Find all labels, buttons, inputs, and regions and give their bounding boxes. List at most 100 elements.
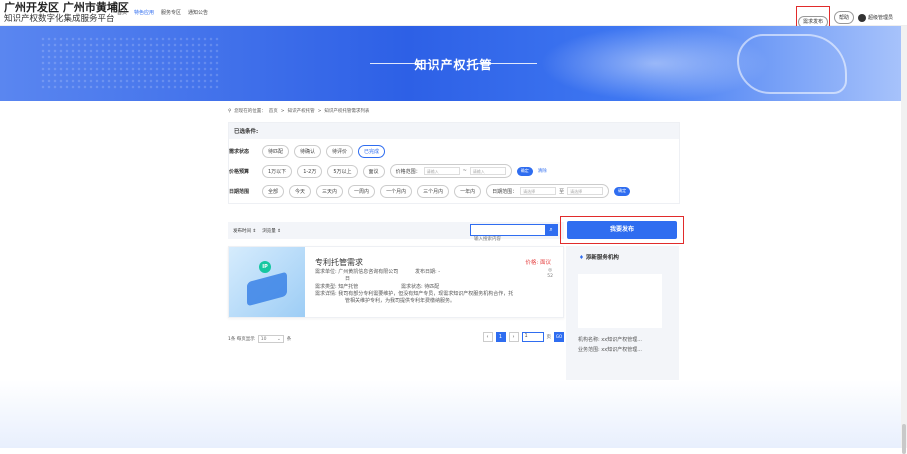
selected-conditions-header: 已选条件:	[229, 123, 679, 139]
card-detail: 需求详情: 我司有部分专利需要维护，但没有知产专员，现需求知识产权服务机构合作，…	[315, 291, 514, 297]
views-counter: ◎ 52	[547, 268, 553, 280]
title-line-right	[477, 63, 537, 64]
top-bar: 广州开发区 广州市黄埔区 知识产权数字化集成服务平台 首页 特色应用 服务专区 …	[0, 0, 907, 29]
brand[interactable]: 广州开发区 广州市黄埔区 知识产权数字化集成服务平台	[4, 2, 129, 25]
total-label: 1条 每页显示	[228, 337, 255, 342]
breadcrumb-sep: >	[280, 108, 285, 114]
range-separator: ~	[462, 168, 467, 174]
status-option-selected[interactable]: 已完成	[358, 145, 386, 158]
sort-by-views[interactable]: 浏览量 ⇕	[262, 228, 281, 234]
date-confirm-button[interactable]: 确定	[614, 186, 631, 196]
views-count: 52	[547, 274, 553, 279]
status-option[interactable]: 待匹配	[262, 145, 290, 158]
nav-item-notices[interactable]: 通知公告	[188, 9, 208, 16]
date-option[interactable]: 三个月内	[417, 184, 450, 198]
search-input[interactable]	[471, 233, 546, 244]
page-number-current[interactable]: 1	[495, 332, 506, 342]
panel-title: ♦ 添新服务机构	[579, 253, 619, 261]
page-size-select[interactable]: 10 ⌄	[257, 335, 284, 343]
price-label: 价格预算	[229, 168, 250, 175]
card-image: IP	[229, 247, 305, 317]
card-date: 发布日期: -	[415, 269, 441, 275]
highlight-box: 我要发布	[560, 216, 684, 244]
date-separator: 至	[559, 188, 565, 195]
status-label: 需求状态	[229, 149, 250, 155]
price-min-input[interactable]: 请输入	[423, 167, 460, 175]
demand-card[interactable]: IP 专利托管需求 价格: 面议 需求单位: 广州黄凯信息咨询有限公司 发布日期…	[228, 246, 564, 318]
chevron-down-icon: ⌄	[277, 337, 281, 342]
service-org-panel: ♦ 添新服务机构 机构名称: xx知识产权管理... 业务范围: xx知识产权管…	[566, 246, 679, 382]
brand-title: 广州开发区 广州市黄埔区	[4, 1, 129, 14]
next-page-button[interactable]: ›	[508, 332, 519, 342]
date-range-chip: 日期范围： 请选择 至 请选择	[486, 184, 610, 198]
date-filter-row: 日期范围 全部 今天 三天内 一周内 一个月内 三个月内 一年内 日期范围： 请…	[229, 181, 679, 203]
date-option[interactable]: 全部	[262, 184, 285, 198]
page-footer-background	[0, 380, 907, 448]
price-option[interactable]: 5万以上	[327, 164, 358, 178]
page-size-unit: 条	[286, 337, 292, 342]
price-option[interactable]: 面议	[362, 164, 385, 178]
pin-icon: ♦	[579, 255, 584, 261]
page-size-value: 10	[260, 337, 267, 342]
status-option[interactable]: 待评价	[326, 145, 354, 158]
price-range-label: 价格范围：	[395, 168, 421, 175]
status-filter-row: 需求状态 待匹配 待确认 待评价 已完成	[229, 142, 679, 161]
card-type: 需求类型: 知产托管	[315, 284, 359, 290]
avatar	[857, 13, 866, 22]
price-clear-link[interactable]: 清除	[538, 168, 547, 174]
pagination: 1条 每页显示 10 ⌄ 条 ‹ 1 › 1 页 GO	[228, 332, 564, 344]
page-nav: ‹ 1 › 1 页 GO	[482, 332, 564, 342]
price-max-input[interactable]: 请输入	[469, 167, 506, 175]
search-box: ⌕	[470, 224, 558, 244]
price-option[interactable]: 1万以下	[262, 164, 293, 178]
breadcrumb-sep: >	[317, 108, 322, 114]
panel-title-text: 添新服务机构	[585, 255, 619, 261]
date-option[interactable]: 一年内	[454, 184, 482, 198]
brand-subtitle: 知识产权数字化集成服务平台	[4, 14, 115, 24]
org-image[interactable]	[578, 274, 662, 328]
prev-page-button[interactable]: ‹	[482, 332, 493, 342]
page-size-area: 1条 每页显示 10 ⌄ 条	[228, 335, 291, 343]
box-illustration	[247, 271, 287, 307]
sort-by-time[interactable]: 发布时间 ⇕	[233, 228, 256, 234]
date-option[interactable]: 一周内	[348, 184, 376, 198]
help-button[interactable]: 帮助	[833, 11, 854, 24]
card-unit: 需求单位: 广州黄凯信息咨询有限公司	[315, 269, 399, 275]
breadcrumb-home[interactable]: 首页	[269, 108, 278, 114]
date-option[interactable]: 今天	[289, 184, 312, 198]
user-menu[interactable]: 超级管理员	[857, 13, 893, 22]
org-name[interactable]: 机构名称: xx知识产权管理...	[578, 336, 642, 343]
main-nav: 首页 特色应用 服务专区 通知公告	[117, 9, 208, 16]
org-business: 业务范围: xx知识产权管理...	[578, 347, 642, 353]
location-pin-icon: ⚲	[228, 108, 232, 114]
page-jump-input[interactable]: 1	[521, 332, 544, 342]
breadcrumb-ip-hosting[interactable]: 知识产权托管	[288, 108, 315, 114]
ip-icon: IP	[259, 261, 271, 273]
card-date-cont: 日	[345, 276, 351, 282]
go-button[interactable]: GO	[554, 332, 564, 342]
user-name: 超级管理员	[867, 15, 893, 21]
nav-item-home[interactable]: 首页	[117, 9, 127, 16]
date-option[interactable]: 三天内	[316, 184, 344, 198]
date-start-input[interactable]: 请选择	[520, 187, 557, 195]
price-option[interactable]: 1-2万	[297, 164, 323, 178]
scrollbar-thumb[interactable]	[902, 424, 906, 454]
date-option[interactable]: 一个月内	[380, 184, 413, 198]
nav-item-services[interactable]: 服务专区	[161, 9, 181, 16]
card-status: 需求状态: 待匹配	[401, 284, 440, 290]
card-title[interactable]: 专利托管需求	[315, 257, 363, 268]
nav-item-featured[interactable]: 特色应用	[134, 9, 154, 16]
scrollbar[interactable]	[901, 26, 907, 454]
price-confirm-button[interactable]: 确定	[516, 166, 533, 176]
publish-demand-button[interactable]: 我要发布	[567, 221, 677, 239]
search-icon[interactable]: ⌕	[545, 225, 557, 235]
status-option[interactable]: 待确认	[294, 145, 322, 158]
price-range-chip: 价格范围： 请输入 ~ 请输入	[389, 164, 512, 178]
filter-panel: 已选条件: 需求状态 待匹配 待确认 待评价 已完成 价格预算 1万以下 1-2…	[228, 122, 680, 204]
date-label: 日期范围	[229, 188, 250, 195]
banner-title: 知识产权托管	[414, 58, 493, 72]
price-filter-row: 价格预算 1万以下 1-2万 5万以上 面议 价格范围： 请输入 ~ 请输入 确…	[229, 161, 679, 181]
date-end-input[interactable]: 请选择	[567, 187, 604, 195]
breadcrumb-prefix: 您现在的位置：	[234, 109, 266, 114]
banner: 知识产权托管	[0, 26, 907, 101]
